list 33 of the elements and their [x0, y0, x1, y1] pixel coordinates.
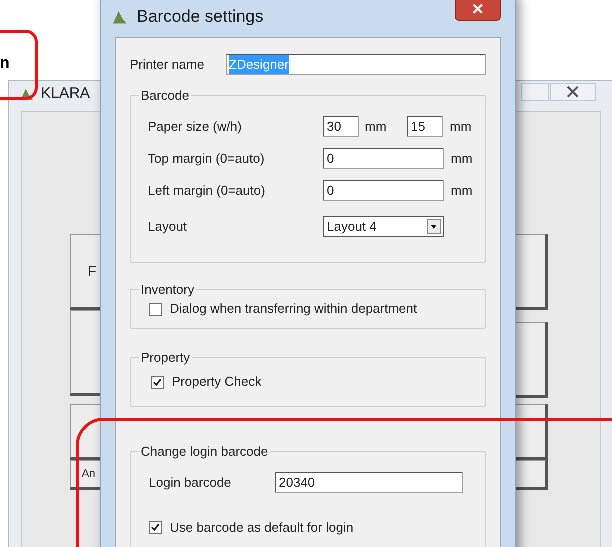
- checkmark-icon: [153, 378, 162, 386]
- field-label: Top margin (0=auto): [148, 150, 266, 168]
- checkbox[interactable]: [149, 302, 162, 316]
- layout-dropdown[interactable]: Layout 4: [323, 216, 444, 237]
- close-icon: [567, 86, 579, 98]
- input-field[interactable]: 15: [407, 116, 443, 137]
- checkbox-label: Dialog when transferring within department: [170, 300, 418, 318]
- field-label: Paper size (w/h): [148, 118, 243, 136]
- checkbox-label: Use barcode as default for login: [170, 519, 354, 537]
- dialog-title: Barcode settings: [137, 6, 264, 28]
- field-label: Printer name: [130, 56, 206, 74]
- checkmark-icon: [151, 523, 160, 532]
- annotation-text: n: [0, 54, 10, 74]
- input-field[interactable]: 30: [323, 116, 359, 137]
- field-label: Left margin (0=auto): [148, 182, 266, 200]
- unit-label: mm: [451, 182, 473, 200]
- checkbox[interactable]: [149, 521, 162, 534]
- field-label: Login barcode: [149, 474, 232, 492]
- window-title: KLARA: [41, 84, 90, 104]
- unit-label: mm: [450, 118, 472, 136]
- input-field[interactable]: 0: [323, 148, 444, 169]
- input-field[interactable]: 0: [323, 180, 444, 201]
- input-field[interactable]: 20340: [275, 472, 463, 493]
- unit-label: mm: [365, 118, 388, 136]
- checkbox-label: Property Check: [172, 373, 262, 392]
- unit-label: mm: [451, 150, 473, 168]
- close-button[interactable]: [455, 0, 501, 21]
- field-label: Layout: [148, 218, 188, 236]
- field-value: ZDesigner: [229, 54, 289, 74]
- close-icon: [473, 4, 483, 14]
- button-label: F: [88, 262, 97, 280]
- checkbox[interactable]: [151, 376, 164, 388]
- button-label: An: [82, 466, 96, 482]
